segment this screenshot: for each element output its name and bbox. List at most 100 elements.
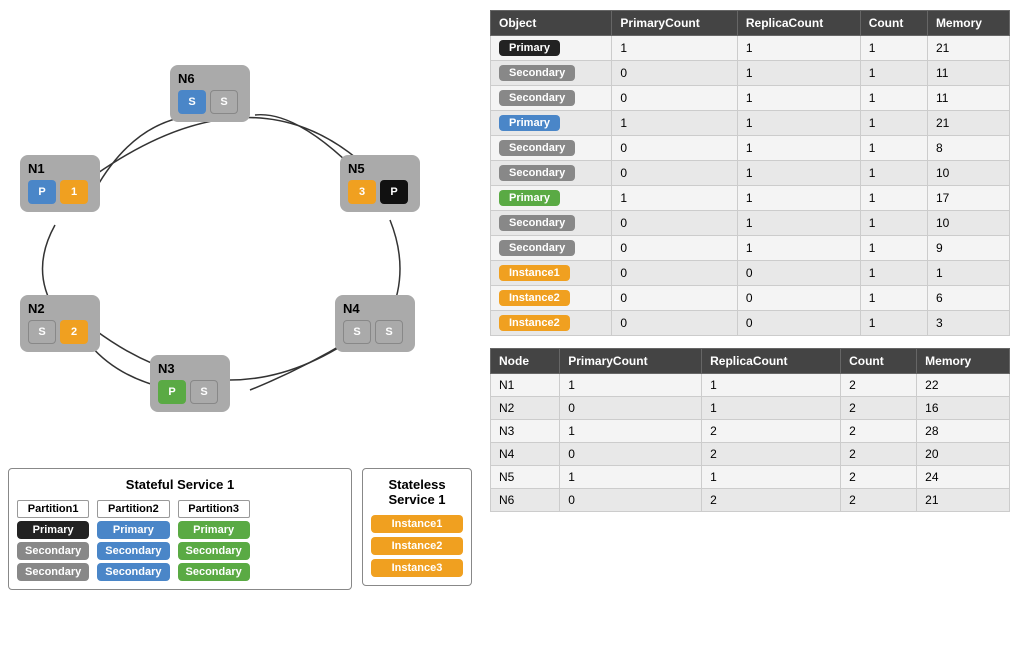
chip-s4: S [375, 320, 403, 344]
partition1-item0: Primary [17, 521, 89, 539]
obj-cell-replica: 1 [737, 86, 860, 111]
obj-cell-replica: 1 [737, 111, 860, 136]
chip-1: 1 [60, 180, 88, 204]
object-table-row: Secondary 0 1 1 11 [491, 61, 1010, 86]
obj-cell-primary: 0 [612, 311, 737, 336]
obj-cell-primary: 0 [612, 61, 737, 86]
partition3-header: Partition3 [178, 500, 250, 518]
node-cell-primary: 1 [560, 420, 702, 443]
node-n3-label: N3 [158, 361, 222, 376]
obj-cell-primary: 0 [612, 236, 737, 261]
object-table-row: Secondary 0 1 1 9 [491, 236, 1010, 261]
node-cell-replica: 2 [702, 443, 841, 466]
instance3-chip: Instance3 [371, 559, 463, 577]
obj-cell-memory: 10 [927, 211, 1009, 236]
obj-cell-memory: 11 [927, 86, 1009, 111]
node-cell-primary: 1 [560, 466, 702, 489]
node-cell-count: 2 [841, 374, 917, 397]
obj-cell-count: 1 [860, 211, 927, 236]
node-n2-label: N2 [28, 301, 92, 316]
object-chip: Secondary [499, 90, 575, 106]
obj-cell-object: Instance2 [491, 311, 612, 336]
chip-s5: S [210, 90, 238, 114]
chip-s-blue: S [178, 90, 206, 114]
node-cell-count: 2 [841, 466, 917, 489]
obj-cell-primary: 1 [612, 111, 737, 136]
node-col-replica: ReplicaCount [702, 349, 841, 374]
obj-cell-replica: 0 [737, 286, 860, 311]
obj-cell-primary: 0 [612, 261, 737, 286]
node-table-row: N1 1 1 2 22 [491, 374, 1010, 397]
stateful-legend: Stateful Service 1 Partition1 Primary Se… [8, 468, 352, 590]
obj-cell-object: Instance2 [491, 286, 612, 311]
object-chip: Instance2 [499, 290, 570, 306]
obj-col-object: Object [491, 11, 612, 36]
object-table-row: Secondary 0 1 1 10 [491, 161, 1010, 186]
obj-col-memory: Memory [927, 11, 1009, 36]
obj-cell-replica: 1 [737, 36, 860, 61]
partition3-item1: Secondary [178, 542, 250, 560]
object-table-row: Instance2 0 0 1 6 [491, 286, 1010, 311]
object-table-row: Instance1 0 0 1 1 [491, 261, 1010, 286]
node-n1-label: N1 [28, 161, 92, 176]
node-cell-node: N6 [491, 489, 560, 512]
obj-cell-memory: 1 [927, 261, 1009, 286]
obj-cell-replica: 1 [737, 161, 860, 186]
obj-cell-object: Secondary [491, 136, 612, 161]
object-chip: Primary [499, 40, 560, 56]
obj-cell-replica: 0 [737, 311, 860, 336]
chip-s: S [28, 320, 56, 344]
node-n6: N6 S S [170, 65, 250, 122]
node-cell-memory: 22 [917, 374, 1010, 397]
object-table-row: Primary 1 1 1 21 [491, 36, 1010, 61]
instance2-chip: Instance2 [371, 537, 463, 555]
obj-cell-replica: 0 [737, 261, 860, 286]
node-cell-memory: 24 [917, 466, 1010, 489]
obj-cell-memory: 6 [927, 286, 1009, 311]
node-cell-count: 2 [841, 420, 917, 443]
obj-cell-count: 1 [860, 286, 927, 311]
obj-cell-primary: 0 [612, 86, 737, 111]
obj-cell-count: 1 [860, 86, 927, 111]
obj-cell-object: Secondary [491, 86, 612, 111]
obj-cell-memory: 21 [927, 36, 1009, 61]
node-n4: N4 S S [335, 295, 415, 352]
node-table-row: N3 1 2 2 28 [491, 420, 1010, 443]
object-chip: Secondary [499, 140, 575, 156]
obj-cell-memory: 10 [927, 161, 1009, 186]
partition3-item0: Primary [178, 521, 250, 539]
object-table-row: Instance2 0 0 1 3 [491, 311, 1010, 336]
node-cell-primary: 1 [560, 374, 702, 397]
obj-cell-replica: 1 [737, 61, 860, 86]
obj-cell-count: 1 [860, 136, 927, 161]
object-chip: Secondary [499, 65, 575, 81]
diagram-area: N1 P 1 N2 S 2 N3 P S N4 S S N5 3 P [0, 0, 480, 460]
obj-cell-replica: 1 [737, 136, 860, 161]
node-col-node: Node [491, 349, 560, 374]
object-chip: Instance1 [499, 265, 570, 281]
stateful-title: Stateful Service 1 [17, 477, 343, 492]
tables-area: Object PrimaryCount ReplicaCount Count M… [490, 10, 1010, 524]
obj-cell-primary: 1 [612, 36, 737, 61]
node-cell-replica: 2 [702, 489, 841, 512]
node-col-memory: Memory [917, 349, 1010, 374]
node-cell-primary: 0 [560, 397, 702, 420]
partition1-item2: Secondary [17, 563, 89, 581]
partition3-item2: Secondary [178, 563, 250, 581]
node-cell-primary: 0 [560, 443, 702, 466]
partition2-col: Partition2 Primary Secondary Secondary [97, 500, 169, 581]
obj-cell-object: Secondary [491, 161, 612, 186]
node-cell-node: N3 [491, 420, 560, 443]
chip-p-green: P [158, 380, 186, 404]
object-table-row: Primary 1 1 1 21 [491, 111, 1010, 136]
node-col-primary: PrimaryCount [560, 349, 702, 374]
obj-cell-primary: 0 [612, 161, 737, 186]
node-cell-replica: 1 [702, 466, 841, 489]
node-col-count: Count [841, 349, 917, 374]
node-cell-node: N2 [491, 397, 560, 420]
chip-2: 2 [60, 320, 88, 344]
obj-cell-object: Primary [491, 111, 612, 136]
obj-cell-count: 1 [860, 236, 927, 261]
node-cell-node: N5 [491, 466, 560, 489]
node-cell-replica: 1 [702, 397, 841, 420]
